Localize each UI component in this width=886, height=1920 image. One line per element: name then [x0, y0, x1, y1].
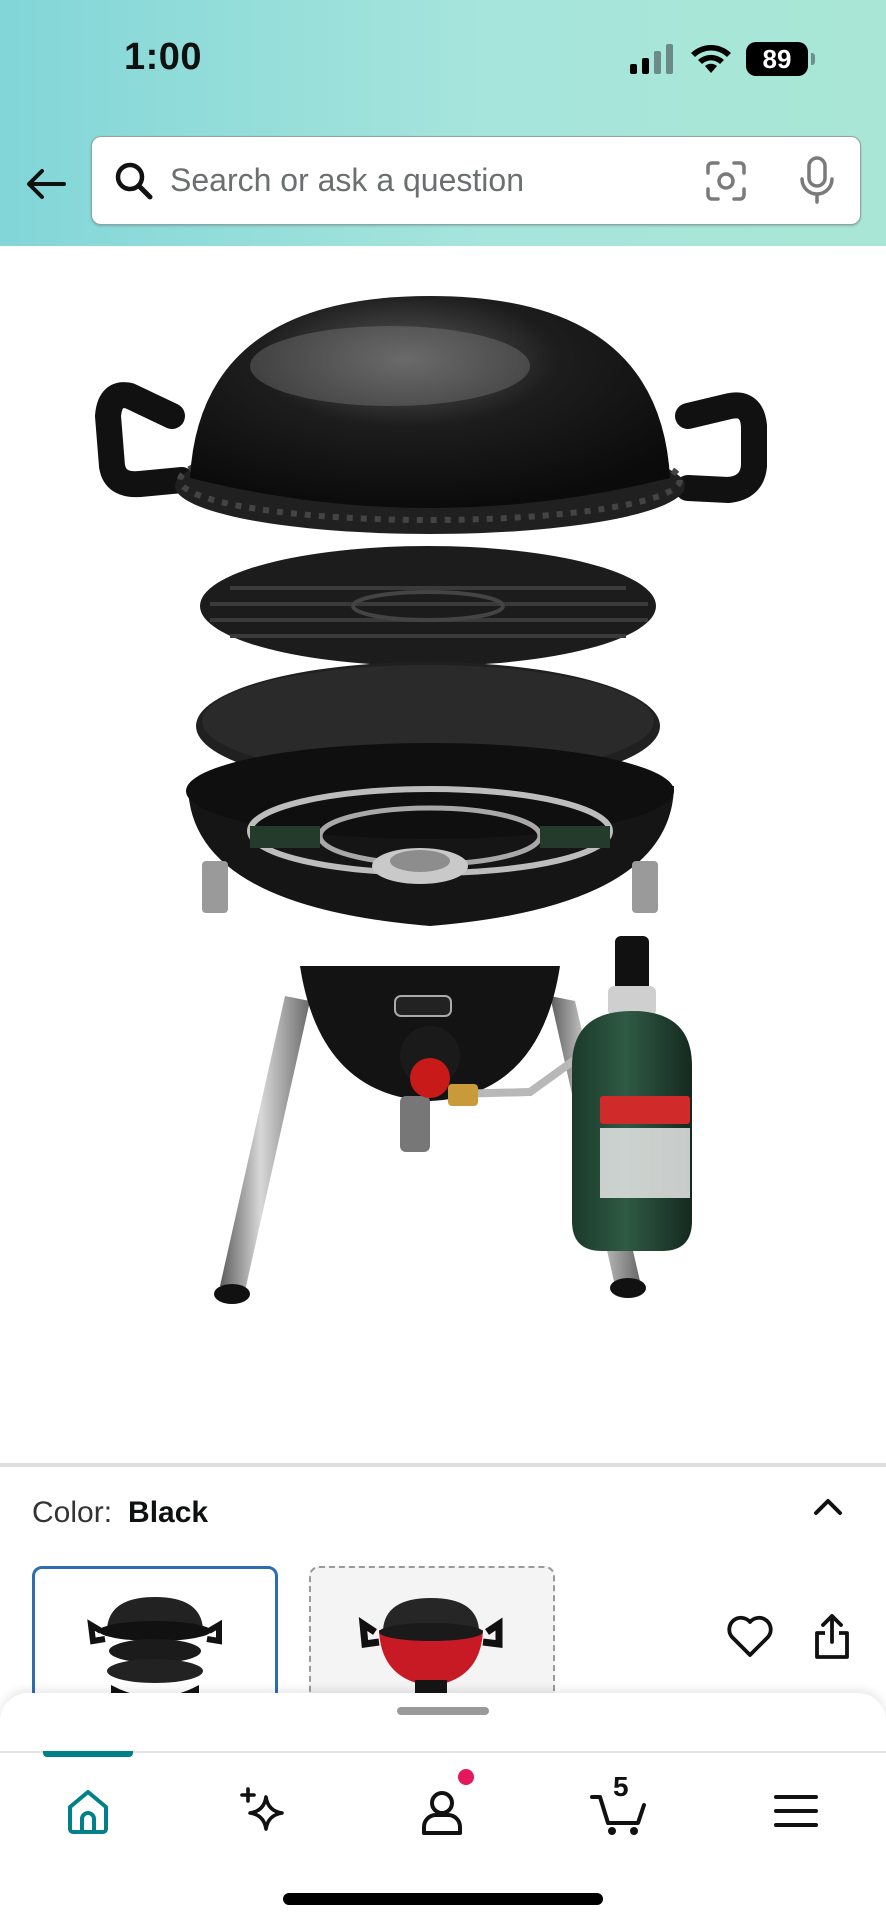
ai-sparkle-icon[interactable] — [236, 1783, 292, 1839]
color-swatch-black[interactable] — [32, 1566, 278, 1706]
product-image-gallery[interactable] — [0, 246, 886, 1659]
account-notification-badge — [458, 1769, 474, 1785]
camera-scan-icon[interactable] — [704, 159, 748, 203]
signal-icon — [630, 44, 673, 74]
chevron-up-icon[interactable] — [812, 1494, 844, 1518]
heart-icon[interactable] — [726, 1614, 774, 1658]
cart-count: 5 — [613, 1771, 629, 1802]
account-icon[interactable] — [414, 1783, 470, 1839]
status-time: 1:00 — [124, 36, 203, 78]
nav-active-indicator — [43, 1751, 133, 1757]
search-icon — [115, 162, 153, 199]
color-selector-header[interactable]: Color: Black — [32, 1496, 208, 1530]
section-divider — [0, 1463, 886, 1467]
red-grill-thumbnail — [358, 1598, 503, 1704]
back-arrow-icon[interactable] — [22, 160, 70, 208]
bottom-navigation-sheet: 5 — [0, 1693, 886, 1920]
status-icons: 89 — [630, 42, 815, 76]
microphone-icon[interactable] — [796, 155, 838, 205]
app-header: 1:00 89 — [0, 0, 886, 246]
menu-icon[interactable] — [768, 1783, 824, 1839]
wifi-icon — [691, 45, 731, 73]
search-input[interactable] — [170, 162, 690, 199]
sheet-grabber[interactable] — [397, 1707, 489, 1715]
selected-color-value: Black — [128, 1496, 209, 1529]
search-bar[interactable] — [91, 136, 861, 225]
color-swatch-red[interactable] — [309, 1566, 555, 1706]
color-label: Color: — [32, 1496, 113, 1529]
black-grill-thumbnail — [87, 1597, 222, 1703]
share-icon[interactable] — [812, 1612, 852, 1660]
home-icon[interactable] — [60, 1783, 116, 1839]
battery-indicator: 89 — [746, 42, 815, 76]
home-indicator — [283, 1893, 603, 1905]
product-image[interactable] — [60, 266, 820, 1376]
